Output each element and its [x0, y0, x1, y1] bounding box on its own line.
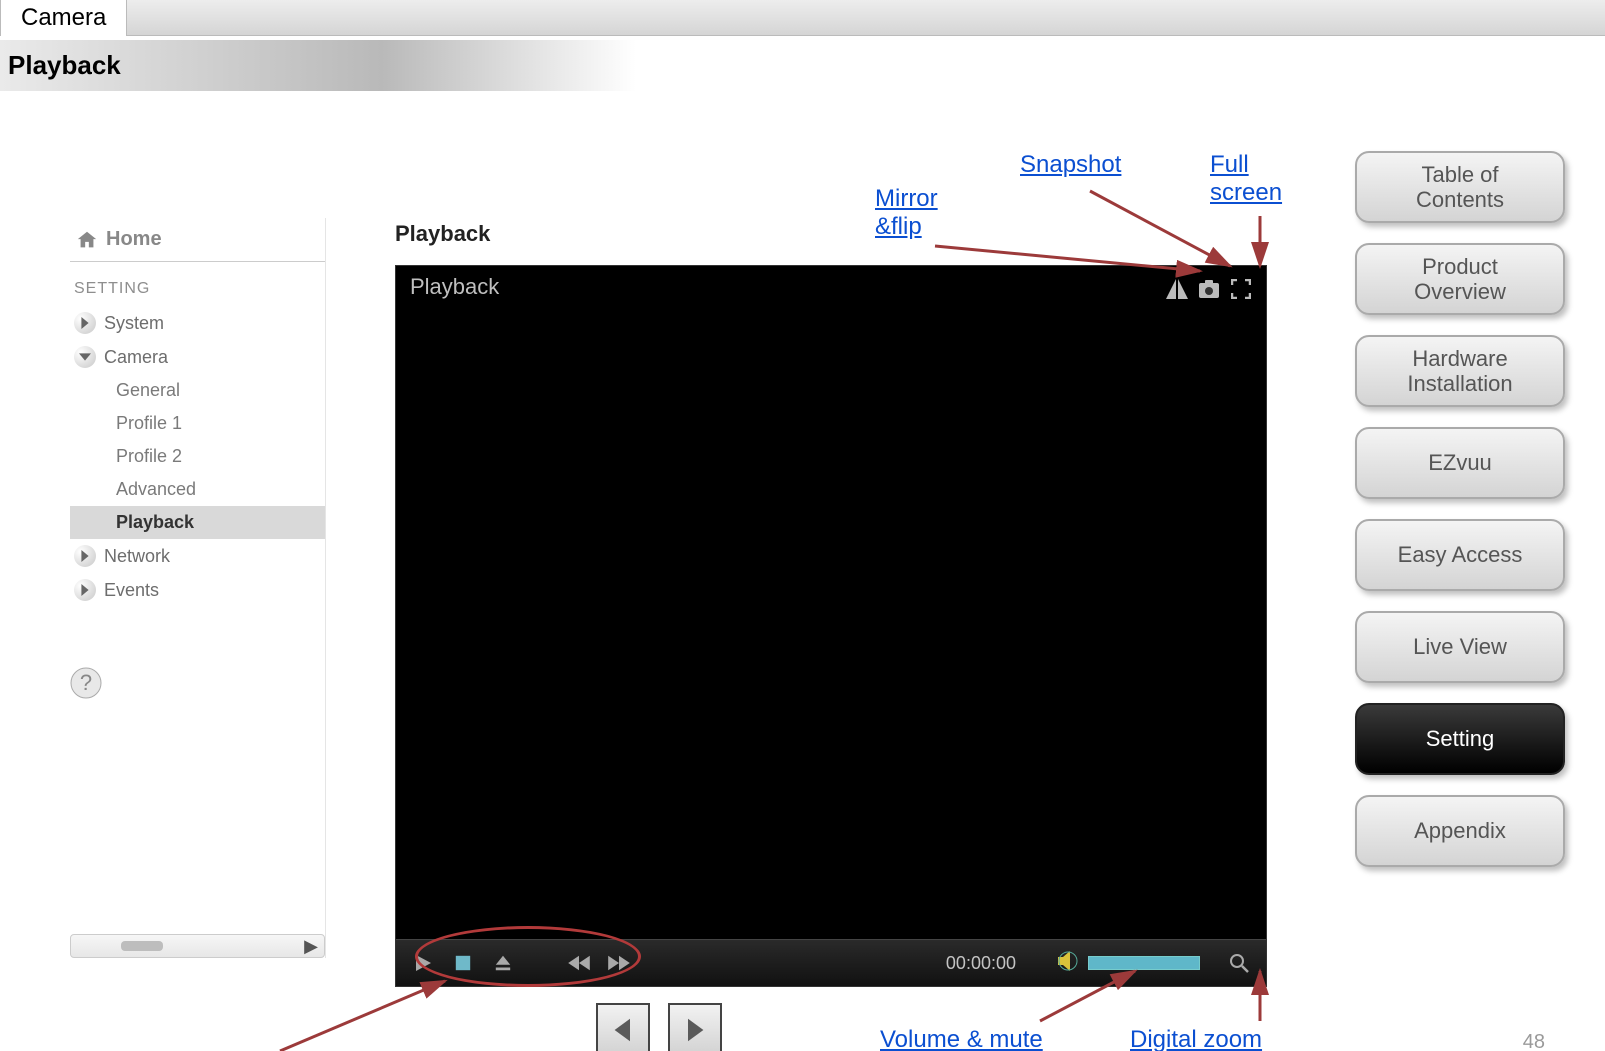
next-page-button[interactable] [668, 1003, 722, 1051]
sidebar-item-label: Camera [104, 347, 168, 368]
settings-sidebar: Home SETTING System Camera General Profi… [70, 218, 326, 958]
mute-icon[interactable] [1058, 951, 1080, 976]
rewind-button[interactable] [568, 952, 590, 974]
fast-forward-button[interactable] [608, 952, 630, 974]
sidebar-heading: SETTING [74, 280, 325, 298]
page-number: 48 [1523, 1031, 1545, 1051]
sidebar-item-events[interactable]: Events [70, 573, 325, 607]
sidebar-item-system[interactable]: System [70, 306, 325, 340]
nav-live-view[interactable]: Live View [1355, 611, 1565, 683]
timecode: 00:00:00 [946, 953, 1016, 974]
annotation-fullscreen: Full screen [1210, 151, 1282, 207]
sidebar-sub-profile2[interactable]: Profile 2 [70, 440, 325, 473]
nav-toc[interactable]: Table of Contents [1355, 151, 1565, 223]
tab-camera[interactable]: Camera [0, 0, 127, 36]
stop-button[interactable] [452, 952, 474, 974]
nav-easy-access[interactable]: Easy Access [1355, 519, 1565, 591]
sidebar-sub-profile1[interactable]: Profile 1 [70, 407, 325, 440]
eject-button[interactable] [492, 952, 514, 974]
annotation-snapshot: Snapshot [1020, 151, 1121, 179]
volume-slider[interactable] [1088, 956, 1200, 970]
sidebar-item-camera[interactable]: Camera [70, 340, 325, 374]
sidebar-item-network[interactable]: Network [70, 539, 325, 573]
content-area: Playback Playback 00:00:00 [395, 221, 1265, 987]
sidebar-scrollbar[interactable]: ▶ [70, 934, 325, 958]
tab-strip: Camera [0, 0, 1605, 36]
sidebar-sub-general[interactable]: General [70, 374, 325, 407]
scrollbar-arrow-right-icon[interactable]: ▶ [304, 936, 318, 957]
annotation-volume-mute: Volume & mute [880, 1026, 1043, 1051]
annotation-digital-zoom: Digital zoom [1130, 1026, 1262, 1051]
chevron-right-icon [74, 312, 96, 334]
nav-product-overview[interactable]: Product Overview [1355, 243, 1565, 315]
snapshot-icon[interactable] [1198, 278, 1220, 300]
mirror-flip-icon[interactable] [1166, 278, 1188, 300]
scrollbar-thumb[interactable] [121, 941, 163, 951]
section-title: Playback [0, 40, 636, 91]
sidebar-sub-advanced[interactable]: Advanced [70, 473, 325, 506]
sidebar-home[interactable]: Home [70, 218, 325, 262]
nav-ezvuu[interactable]: EZvuu [1355, 427, 1565, 499]
annotation-mirror-flip: Mirror &flip [875, 185, 938, 241]
doc-nav: Table of Contents Product Overview Hardw… [1355, 151, 1565, 867]
chevron-right-icon [74, 579, 96, 601]
home-icon [76, 229, 98, 251]
help-icon[interactable]: ? [70, 667, 102, 699]
sidebar-sub-playback[interactable]: Playback [70, 506, 325, 539]
play-button[interactable] [412, 952, 434, 974]
content-title: Playback [395, 221, 1265, 247]
sidebar-item-label: System [104, 313, 164, 334]
fullscreen-icon[interactable] [1230, 278, 1252, 300]
nav-setting[interactable]: Setting [1355, 703, 1565, 775]
player-title: Playback [410, 274, 499, 300]
prev-page-button[interactable] [596, 1003, 650, 1051]
nav-hardware-installation[interactable]: Hardware Installation [1355, 335, 1565, 407]
sidebar-item-label: Network [104, 546, 170, 567]
video-player: Playback 00:00:00 [395, 265, 1267, 987]
digital-zoom-button[interactable] [1228, 952, 1250, 974]
player-controls: 00:00:00 [396, 939, 1266, 986]
chevron-right-icon [74, 545, 96, 567]
nav-appendix[interactable]: Appendix [1355, 795, 1565, 867]
sidebar-item-label: Events [104, 580, 159, 601]
sidebar-home-label: Home [106, 228, 162, 251]
svg-text:?: ? [80, 670, 92, 695]
chevron-down-icon [74, 346, 96, 368]
